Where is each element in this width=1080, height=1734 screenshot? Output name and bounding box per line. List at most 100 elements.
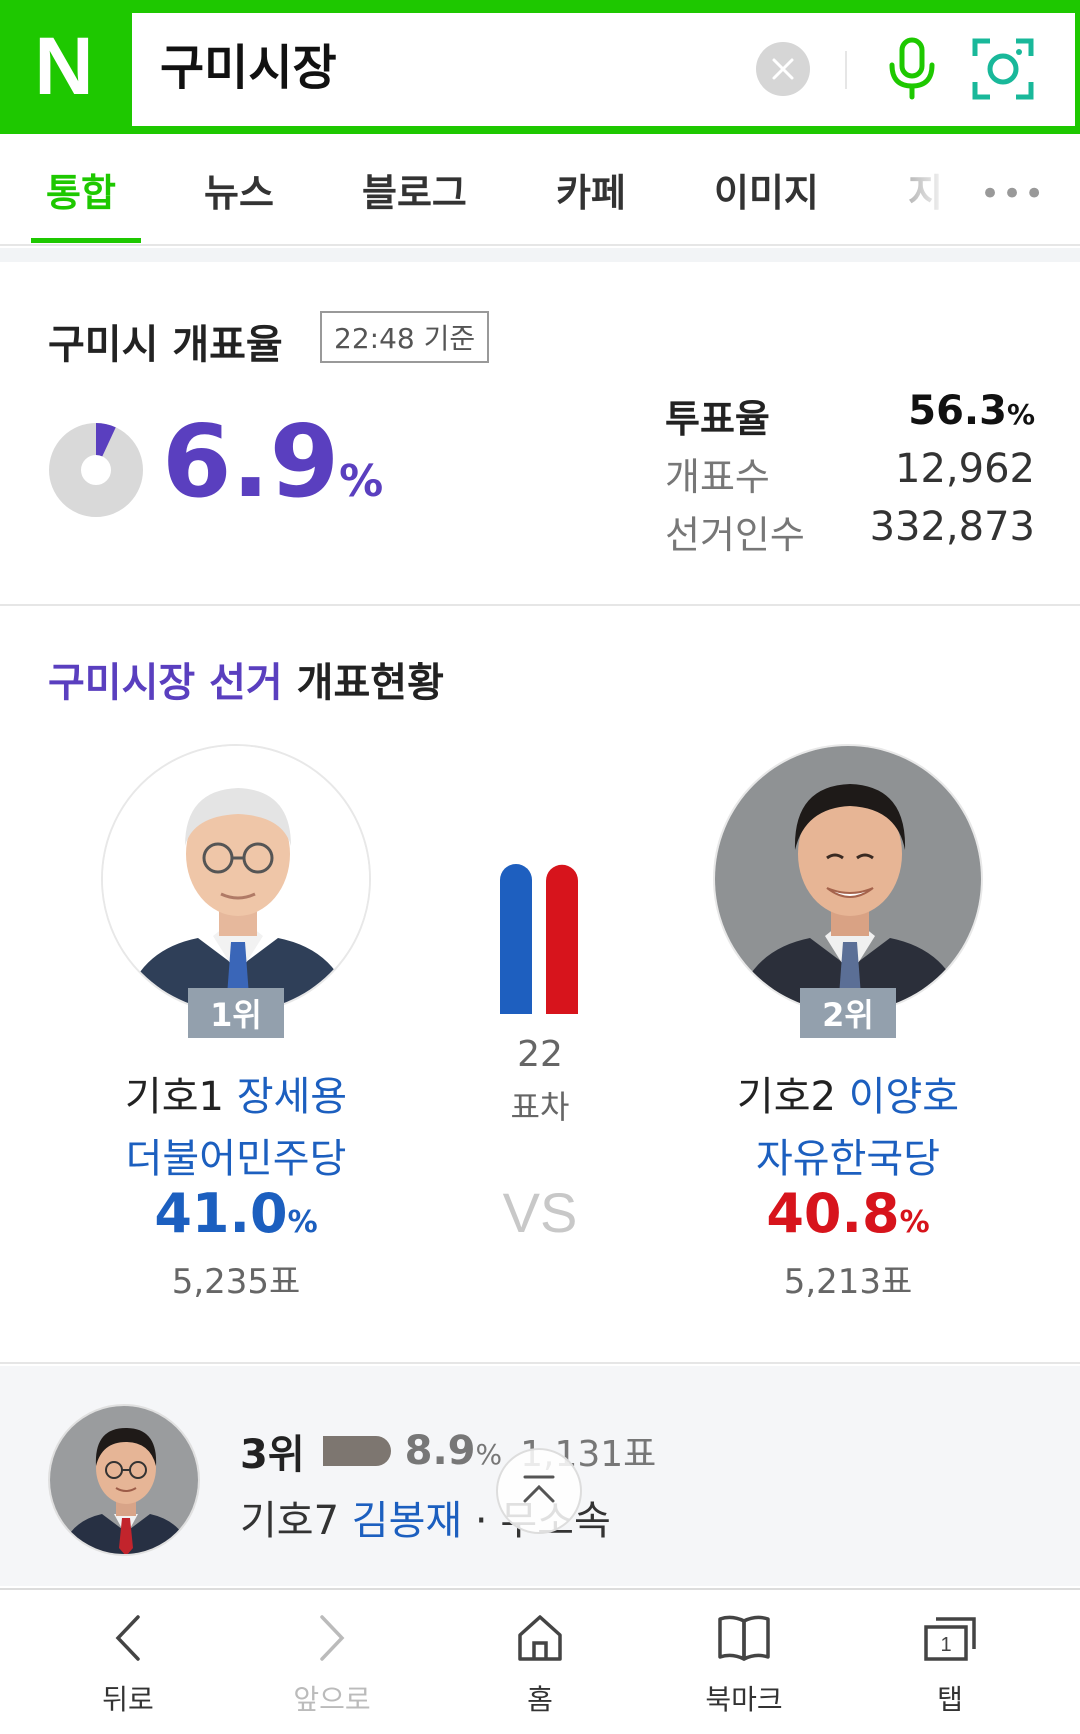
voice-search-button[interactable] (877, 33, 947, 105)
back-icon (98, 1608, 158, 1668)
vote-gap-unit: 표차 (510, 1088, 570, 1126)
candidate-name-link[interactable]: 이양호 (849, 1074, 959, 1120)
mic-icon (889, 37, 935, 100)
rank-label: 3위 (240, 1432, 305, 1478)
tab-news[interactable]: 뉴스 (204, 162, 274, 217)
forward-icon (302, 1608, 362, 1668)
nav-label: 북마크 (705, 1683, 783, 1716)
counting-progress-arc (95, 423, 116, 457)
candidate-separator: · (474, 1498, 488, 1544)
candidate-2[interactable]: 2위 기호2 이양호 자유한국당 40.8% 5,213표 (698, 744, 998, 1304)
election-status-card: 구미시장 선거 개표현황 1위 기호1 장세용 더불어민주당 41.0% 5,2… (0, 608, 1080, 1364)
stat-value: 56.3% (908, 388, 1035, 434)
candidate-photo (713, 744, 983, 1014)
candidate-photo (101, 744, 371, 1014)
candidate-name: 기호1 장세용 (86, 1064, 386, 1122)
tab-integrated[interactable]: 통합 (46, 162, 116, 217)
candidate-percent-value: 41.0 (154, 1182, 288, 1245)
scroll-top-icon (523, 1475, 555, 1503)
nav-tabs-button[interactable]: 1 탭 (880, 1608, 1020, 1728)
search-divider (845, 51, 847, 89)
rank-badge: 1위 (188, 988, 284, 1038)
candidate-3-result: 3위 8.9% 1,131표 (240, 1422, 656, 1480)
naver-logo[interactable]: N (0, 0, 128, 134)
candidate-number: 기호2 (736, 1074, 836, 1120)
search-input[interactable]: 구미시장 (160, 40, 337, 96)
election-title-link[interactable]: 구미시장 선거 (48, 660, 283, 706)
vs-label: VS (502, 1181, 578, 1244)
nav-bookmark-button[interactable]: 북마크 (674, 1608, 814, 1728)
election-status-title: 구미시장 선거 개표현황 (48, 650, 444, 708)
vote-share-bar (322, 1436, 391, 1466)
search-box[interactable]: 구미시장 (132, 13, 1075, 126)
smart-lens-icon (972, 38, 1034, 100)
nav-label: 뒤로 (102, 1683, 154, 1716)
candidate-name-link[interactable]: 장세용 (237, 1074, 347, 1120)
candidate-percent-unit: % (287, 1205, 318, 1240)
candidate-number: 기호1 (124, 1074, 224, 1120)
bookmark-icon (714, 1608, 774, 1668)
tabs-icon: 1 (920, 1608, 980, 1668)
candidate-name-link[interactable]: 김봉재 (352, 1498, 462, 1544)
scroll-to-top-button[interactable] (496, 1448, 582, 1534)
tab-image[interactable]: 이미지 (714, 162, 819, 217)
candidate-portrait (50, 1406, 198, 1554)
stat-turnout: 투표율 56.3% (665, 388, 1035, 441)
candidate-percent-unit: % (899, 1205, 930, 1240)
candidate-party[interactable]: 자유한국당 (698, 1126, 998, 1184)
candidate-1[interactable]: 1위 기호1 장세용 더불어민주당 41.0% 5,235표 (86, 744, 386, 1304)
candidate-portrait (715, 746, 981, 1012)
home-icon (510, 1608, 570, 1668)
counting-progress-donut (49, 423, 143, 517)
gap-bar-right (546, 864, 578, 1014)
clear-search-button[interactable] (756, 42, 810, 96)
counting-rate: 6.9% (162, 412, 383, 512)
candidate-portrait (103, 746, 369, 1012)
stat-value: 12,962 (895, 446, 1035, 492)
gap-bar-left (500, 864, 532, 1014)
candidate-percent: 40.8% (698, 1182, 998, 1245)
section-separator (0, 248, 1080, 262)
candidate-percent: 8.9% (405, 1428, 502, 1474)
rank-badge: 2위 (800, 988, 896, 1038)
nav-label: 앞으로 (293, 1683, 371, 1716)
naver-logo-letter: N (34, 21, 94, 112)
candidate-name: 기호2 이양호 (698, 1064, 998, 1122)
election-title-suffix: 개표현황 (296, 660, 444, 706)
counting-rate-title: 구미시 개표율 (48, 322, 283, 368)
counting-rate-value: 6.9 (162, 403, 340, 520)
counting-rate-card: 구미시 개표율 22:48 기준 6.9% 투표율 56.3% 개표수 12,9… (0, 262, 1080, 606)
candidate-votes: 5,213표 (783, 1262, 913, 1302)
stat-unit: % (1006, 398, 1035, 431)
candidate-party[interactable]: 더불어민주당 (86, 1126, 386, 1184)
stat-value: 332,873 (869, 504, 1035, 550)
more-tabs-button[interactable]: ••• (980, 174, 1046, 214)
candidate-number: 기호7 (240, 1498, 340, 1544)
tab-count: 1 (940, 1634, 951, 1656)
stat-counted: 개표수 12,962 (665, 446, 1035, 499)
clear-icon (772, 58, 794, 80)
smart-lens-button[interactable] (967, 33, 1039, 105)
nav-label: 홈 (527, 1683, 553, 1716)
search-tabs: 통합 뉴스 블로그 카페 이미지 지 ••• (0, 134, 1080, 246)
stat-number: 56.3 (908, 388, 1007, 434)
nav-forward-button[interactable]: 앞으로 (262, 1608, 402, 1728)
candidate-votes: 5,235표 (171, 1262, 301, 1302)
nav-home-button[interactable]: 홈 (470, 1608, 610, 1728)
browser-bottom-nav: 뒤로 앞으로 홈 북마크 1 탭 (0, 1588, 1080, 1734)
stat-label: 투표율 (665, 397, 770, 441)
search-header: N 구미시장 (0, 0, 1080, 134)
stat-electorate: 선거인수 332,873 (665, 504, 1035, 557)
tab-fade (900, 154, 950, 234)
tab-cafe[interactable]: 카페 (556, 162, 626, 217)
nav-back-button[interactable]: 뒤로 (58, 1608, 198, 1728)
stat-label: 선거인수 (665, 513, 805, 557)
nav-label: 탭 (937, 1683, 963, 1716)
candidate-percent-value: 40.8 (766, 1182, 900, 1245)
candidate-percent-value: 8.9 (404, 1428, 476, 1474)
active-tab-indicator (31, 238, 141, 243)
candidate-percent: 41.0% (86, 1182, 386, 1245)
candidate-percent-unit: % (475, 1438, 503, 1471)
tab-blog[interactable]: 블로그 (362, 162, 467, 217)
time-badge: 22:48 기준 (320, 311, 490, 363)
